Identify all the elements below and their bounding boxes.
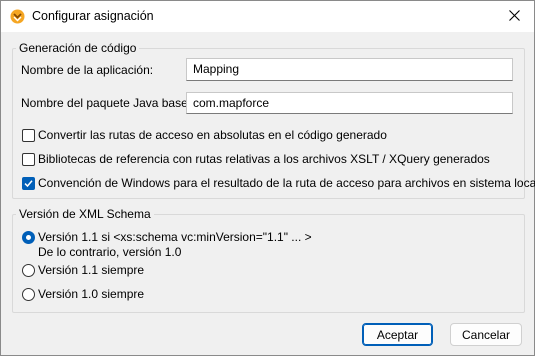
app-name-label: Nombre de la aplicación: [21,63,154,77]
java-package-field[interactable]: com.mapforce [186,92,513,114]
code-generation-legend: Generación de código [16,41,140,55]
ok-button[interactable]: Aceptar [362,323,433,346]
schema-version-conditional-radio-row[interactable]: Versión 1.1 si <xs:schema vc:minVersion=… [22,230,312,260]
title-bar[interactable]: Configurar asignación [1,1,534,32]
schema-version-1-1-radio-row[interactable]: Versión 1.1 siempre [22,263,144,278]
app-name-field[interactable]: Mapping [186,58,513,81]
schema-version-1-0-radio[interactable] [22,288,35,301]
absolute-paths-checkbox[interactable] [22,129,35,142]
dialog-title: Configurar asignación [32,9,154,23]
windows-path-convention-checkbox[interactable] [22,177,35,190]
absolute-paths-checkbox-row[interactable]: Convertir las rutas de acceso en absolut… [22,128,387,143]
schema-version-1-1-label: Versión 1.1 siempre [38,263,145,277]
close-button[interactable] [494,1,534,32]
xml-schema-version-legend: Versión de XML Schema [16,207,154,221]
dialog-window: Configurar asignación Generación de códi… [0,0,535,356]
relative-libraries-checkbox-row[interactable]: Bibliotecas de referencia con rutas rela… [22,152,490,167]
schema-version-1-0-label: Versión 1.0 siempre [38,287,145,301]
mapforce-app-icon [10,9,25,24]
checkmark-icon [24,180,33,188]
schema-version-1-1-radio[interactable] [22,264,35,277]
schema-version-conditional-label: Versión 1.1 si <xs:schema vc:minVersion=… [38,230,312,260]
java-package-label: Nombre del paquete Java base: [21,96,192,110]
cancel-button[interactable]: Cancelar [450,323,522,346]
relative-libraries-checkbox[interactable] [22,153,35,166]
schema-version-conditional-radio[interactable] [22,231,35,244]
windows-path-convention-label: Convención de Windows para el resultado … [38,176,535,190]
schema-version-1-0-radio-row[interactable]: Versión 1.0 siempre [22,287,144,302]
close-icon [508,9,520,24]
schema-version-conditional-line1: Versión 1.1 si <xs:schema vc:minVersion=… [38,230,312,244]
relative-libraries-label: Bibliotecas de referencia con rutas rela… [38,152,490,166]
schema-version-conditional-line2: De lo contrario, versión 1.0 [38,245,182,259]
windows-path-convention-checkbox-row[interactable]: Convención de Windows para el resultado … [22,176,535,191]
absolute-paths-label: Convertir las rutas de acceso en absolut… [38,128,387,142]
